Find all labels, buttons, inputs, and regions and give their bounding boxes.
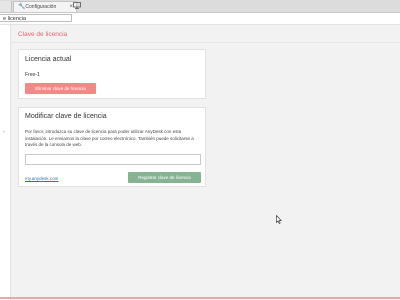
remove-license-button[interactable]: Eliminar clave de licencia <box>25 83 96 94</box>
tab-previous[interactable] <box>0 1 12 12</box>
license-description: Por favor, introduzca su clave de licenc… <box>25 129 194 147</box>
sidebar: › <box>0 25 11 300</box>
tab-configuration[interactable]: 🔧 Configuración × <box>13 1 77 12</box>
current-license-card: Licencia actual Free-1 Eliminar clave de… <box>18 49 206 99</box>
my-anydesk-link[interactable]: my.anydesk.com <box>25 176 58 181</box>
address-field[interactable]: e licencia <box>0 14 72 22</box>
wrench-icon: 🔧 <box>18 4 26 10</box>
register-license-button[interactable]: Registrar clave de licencia <box>128 172 201 183</box>
bottom-accent-line <box>0 297 400 299</box>
license-key-input[interactable] <box>25 154 201 165</box>
license-value: Free-1 <box>25 72 40 78</box>
tab-bar: 🔧 Configuración × <box>0 0 400 13</box>
tab-configuration-label: Configuración <box>25 4 57 10</box>
monitor-icon[interactable] <box>73 2 81 9</box>
title-divider <box>10 42 400 43</box>
modify-license-heading: Modificar clave de licencia <box>25 113 107 120</box>
page-title: Clave de licencia <box>18 31 68 38</box>
sidebar-item-marker[interactable]: › <box>3 129 5 135</box>
address-bar: e licencia <box>0 13 400 25</box>
mouse-pointer-icon <box>276 215 282 224</box>
modify-license-card: Modificar clave de licencia Por favor, i… <box>18 107 206 187</box>
current-license-heading: Licencia actual <box>25 56 72 63</box>
